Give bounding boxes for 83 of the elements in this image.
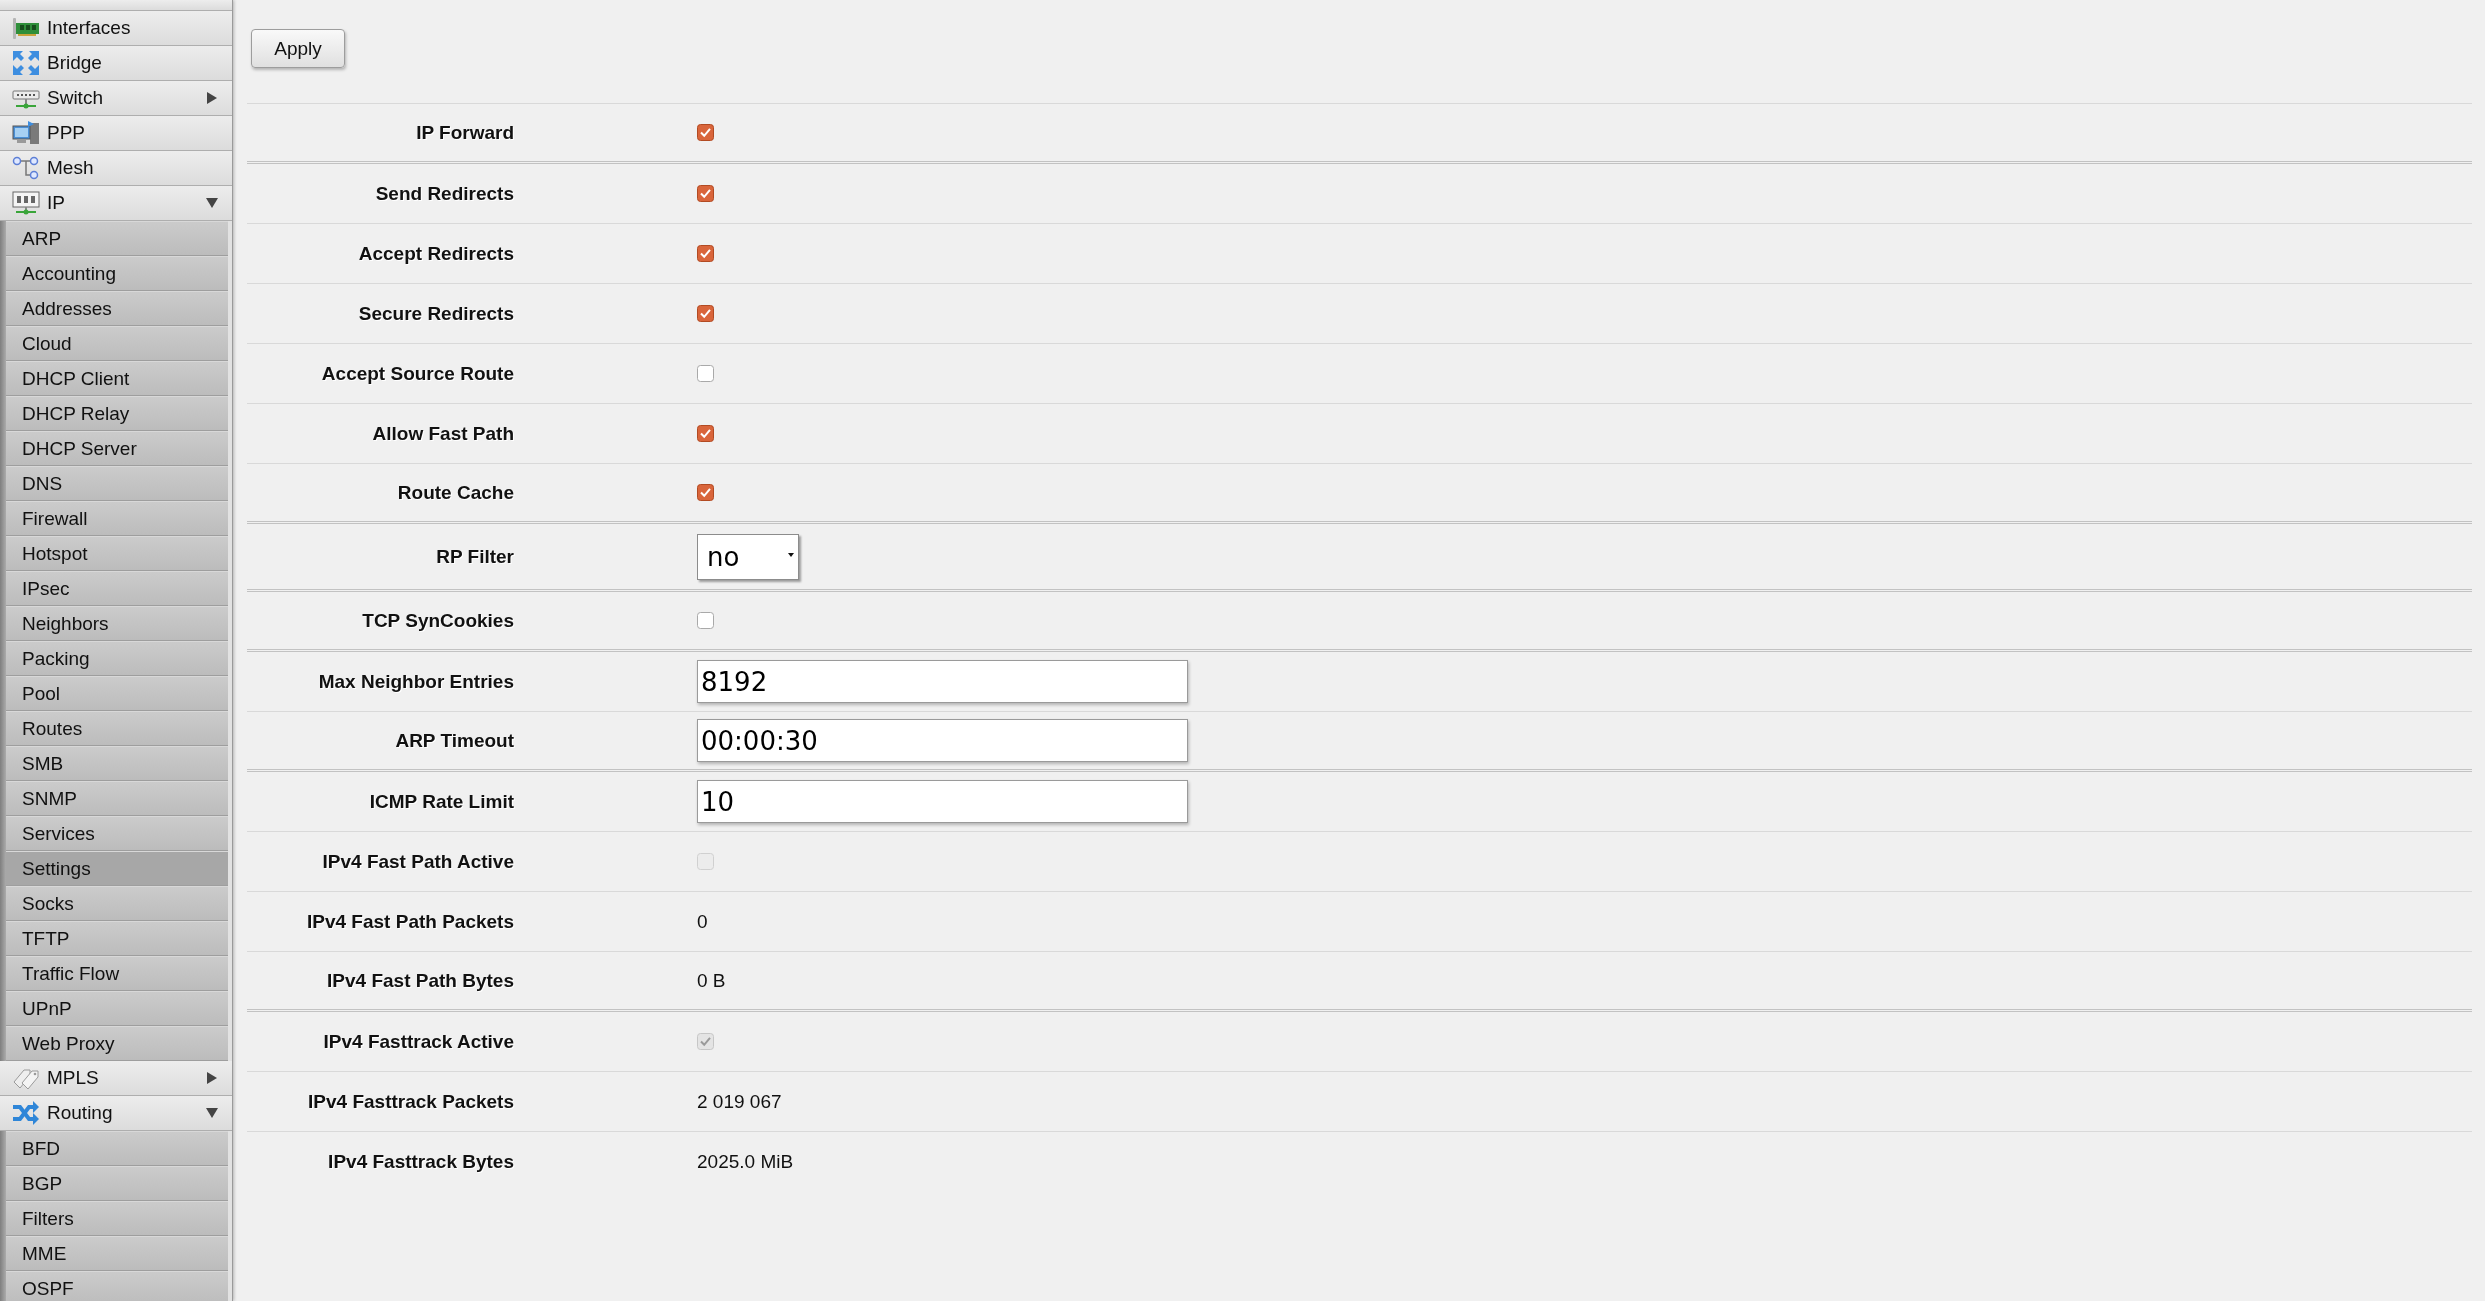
network-card-icon bbox=[12, 15, 40, 41]
field-label: IP Forward bbox=[415, 121, 514, 144]
checkbox[interactable] bbox=[697, 484, 714, 501]
connected-nodes-icon bbox=[12, 155, 40, 181]
submenu-item[interactable]: Filters bbox=[6, 1201, 228, 1236]
submenu-item[interactable]: Packing bbox=[6, 641, 228, 676]
submenu-item[interactable]: Routes bbox=[6, 711, 228, 746]
apply-button[interactable]: Apply bbox=[251, 29, 345, 68]
crossed-arrows-icon bbox=[12, 1100, 40, 1126]
submenu-item[interactable]: Firewall bbox=[6, 501, 228, 536]
field-label: Allow Fast Path bbox=[371, 422, 514, 445]
field-label: Route Cache bbox=[396, 481, 514, 504]
submenu-item[interactable]: DHCP Client bbox=[6, 361, 228, 396]
dropdown[interactable]: no bbox=[697, 534, 799, 580]
submenu-item[interactable]: Addresses bbox=[6, 291, 228, 326]
submenu-item[interactable]: Accounting bbox=[6, 256, 228, 291]
field-label: IPv4 Fast Path Bytes bbox=[326, 969, 514, 992]
menu-item[interactable]: Interfaces bbox=[0, 11, 232, 46]
submenu-item[interactable]: Cloud bbox=[6, 326, 228, 361]
text-field[interactable]: 00:00:30 bbox=[697, 719, 1188, 762]
submenu-item[interactable]: Neighbors bbox=[6, 606, 228, 641]
submenu-item[interactable]: MME bbox=[6, 1236, 228, 1271]
field-label: IPv4 Fasttrack Packets bbox=[307, 1090, 514, 1113]
checkbox[interactable] bbox=[697, 365, 714, 382]
submenu-item[interactable]: DNS bbox=[6, 466, 228, 501]
submenu-item[interactable]: OSPF bbox=[6, 1271, 228, 1301]
submenu-item[interactable]: Traffic Flow bbox=[6, 956, 228, 991]
submenu-item[interactable]: DHCP Server bbox=[6, 431, 228, 466]
field-label: ICMP Rate Limit bbox=[368, 790, 514, 813]
caret-right-icon[interactable] bbox=[206, 92, 218, 104]
text-field[interactable]: 8192 bbox=[697, 660, 1188, 703]
submenu-item[interactable]: DHCP Relay bbox=[6, 396, 228, 431]
caret-down-icon[interactable] bbox=[206, 197, 218, 209]
field-label: IPv4 Fast Path Packets bbox=[306, 910, 514, 933]
field-label: IPv4 Fasttrack Active bbox=[322, 1030, 514, 1053]
field-label: IPv4 Fast Path Active bbox=[321, 850, 514, 873]
field-label: IPv4 Fasttrack Bytes bbox=[327, 1151, 514, 1173]
checkbox[interactable] bbox=[697, 425, 714, 442]
menu-item[interactable]: PPP bbox=[0, 116, 232, 151]
submenu-item[interactable]: Socks bbox=[6, 886, 228, 921]
field-value: 2 019 067 bbox=[697, 1090, 782, 1113]
menu-item[interactable]: Routing bbox=[0, 1096, 232, 1131]
submenu-item[interactable]: IPsec bbox=[6, 571, 228, 606]
submenu-item[interactable]: ARP bbox=[6, 221, 228, 256]
field-value: 0 bbox=[697, 910, 708, 933]
menu-item[interactable]: IP bbox=[0, 186, 232, 221]
menu-item[interactable]: Bridge bbox=[0, 46, 232, 81]
submenu-item[interactable]: Settings bbox=[6, 851, 228, 886]
field-label: ARP Timeout bbox=[394, 729, 514, 752]
submenu-item[interactable]: BFD bbox=[6, 1131, 228, 1166]
display-panel-icon bbox=[12, 190, 40, 216]
submenu-item[interactable]: UPnP bbox=[6, 991, 228, 1026]
submenu-item[interactable]: SNMP bbox=[6, 781, 228, 816]
caret-icon bbox=[788, 553, 794, 557]
checkbox[interactable] bbox=[697, 185, 714, 202]
submenu-item[interactable]: BGP bbox=[6, 1166, 228, 1201]
field-label: Max Neighbor Entries bbox=[317, 670, 514, 693]
menu-item[interactable]: Mesh bbox=[0, 151, 232, 186]
checkbox[interactable] bbox=[697, 612, 714, 629]
menu-item[interactable]: MPLS bbox=[0, 1061, 232, 1096]
caret-down-icon[interactable] bbox=[206, 1107, 218, 1119]
computer-icon bbox=[12, 120, 40, 146]
submenu-item[interactable]: TFTP bbox=[6, 921, 228, 956]
submenu-item[interactable]: Services bbox=[6, 816, 228, 851]
four-arrows-icon bbox=[12, 50, 40, 76]
field-label: RP Filter bbox=[435, 545, 514, 568]
submenu-item[interactable]: Hotspot bbox=[6, 536, 228, 571]
field-value: 0 B bbox=[697, 969, 726, 992]
checkbox[interactable] bbox=[697, 305, 714, 322]
menu-item[interactable]: Switch bbox=[0, 81, 232, 116]
text-field[interactable]: 10 bbox=[697, 780, 1188, 823]
checkbox[interactable] bbox=[697, 245, 714, 262]
caret-right-icon[interactable] bbox=[206, 1072, 218, 1084]
field-label: Accept Redirects bbox=[357, 242, 514, 265]
checkbox[interactable] bbox=[697, 124, 714, 141]
submenu-item[interactable]: Web Proxy bbox=[6, 1026, 228, 1061]
field-value: 2025.0 MiB bbox=[697, 1151, 794, 1173]
field-label: Secure Redirects bbox=[357, 302, 514, 325]
field-label: TCP SynCookies bbox=[361, 609, 514, 632]
field-label: Send Redirects bbox=[374, 182, 514, 205]
submenu-item[interactable]: SMB bbox=[6, 746, 228, 781]
field-label: Accept Source Route bbox=[320, 362, 514, 385]
submenu-item[interactable]: Pool bbox=[6, 676, 228, 711]
